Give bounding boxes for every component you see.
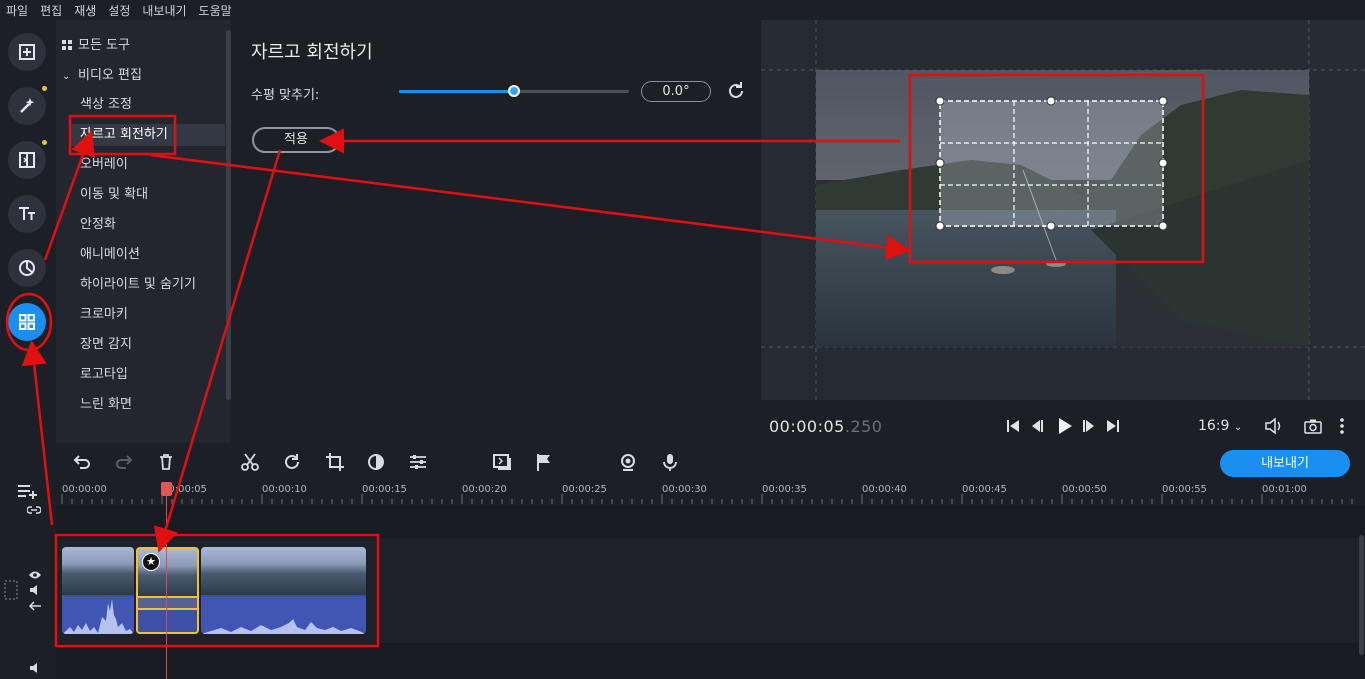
annotation-overlay <box>5 73 1205 648</box>
annotation-arrows <box>21 128 911 553</box>
